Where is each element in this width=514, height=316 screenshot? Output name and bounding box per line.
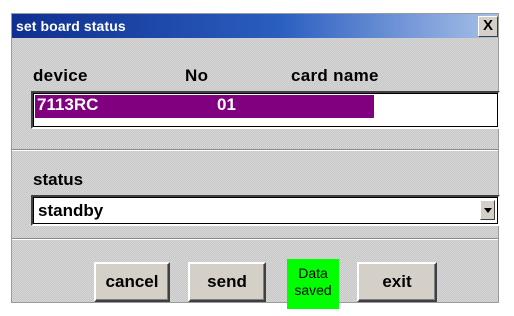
indicator-line2: saved	[294, 282, 332, 298]
board-listbox[interactable]: 7113RC 01	[31, 91, 500, 129]
header-device: device	[33, 66, 88, 85]
window-title: set board status	[16, 18, 126, 34]
dropdown-arrow-button[interactable]	[480, 200, 495, 220]
status-label: status	[33, 170, 84, 189]
row-no: 01	[217, 95, 236, 114]
chevron-down-icon	[484, 208, 492, 213]
send-button[interactable]: send	[188, 262, 266, 302]
close-icon: X	[482, 17, 493, 34]
status-selected-value: standby	[38, 201, 104, 220]
row-device: 7113RC	[37, 95, 99, 114]
close-button[interactable]: X	[478, 16, 498, 37]
cancel-button[interactable]: cancel	[94, 262, 170, 302]
header-card-name: card name	[291, 66, 379, 85]
exit-button[interactable]: exit	[357, 262, 437, 302]
title-bar[interactable]: set board status X	[12, 14, 498, 39]
list-item-selected[interactable]: 7113RC 01	[35, 95, 374, 118]
indicator-line1: Data	[298, 265, 328, 281]
status-dropdown[interactable]: standby	[31, 195, 500, 226]
data-saved-indicator: Data saved	[287, 259, 339, 309]
header-no: No	[185, 66, 209, 85]
